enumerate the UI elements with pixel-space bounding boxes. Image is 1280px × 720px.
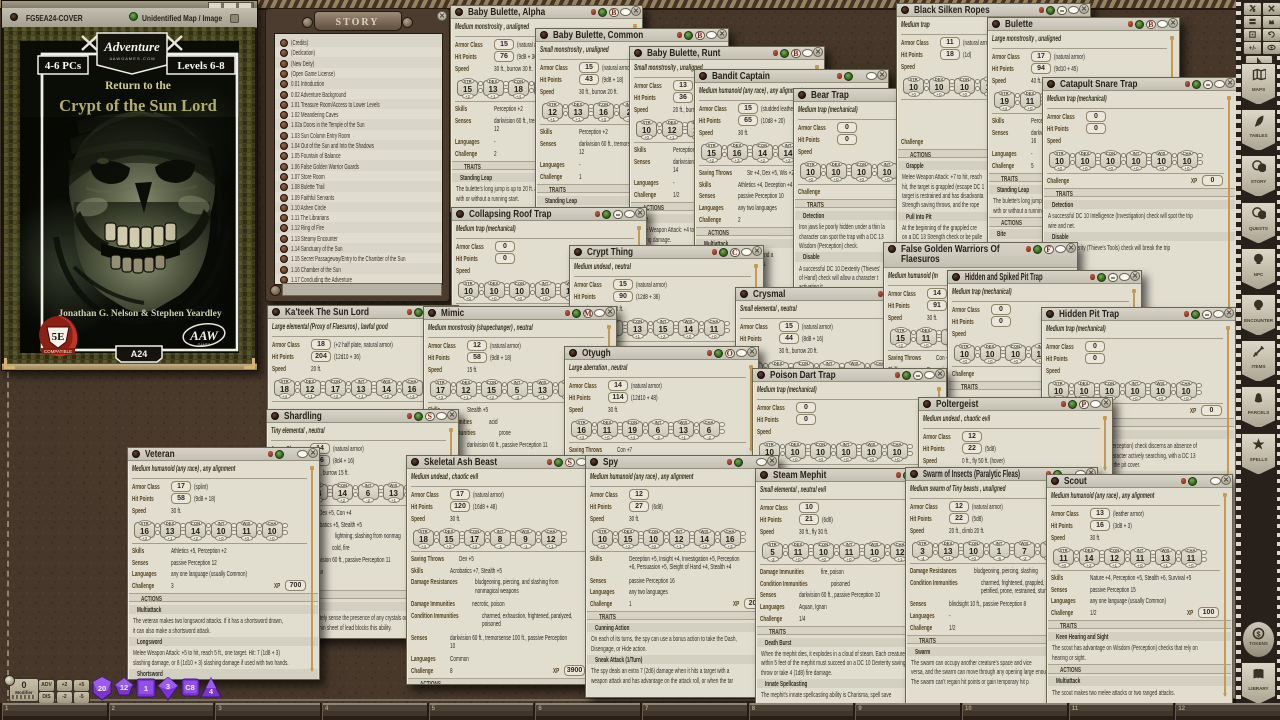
svg-text:12: 12 xyxy=(120,683,128,692)
svg-text:GAMES: GAMES xyxy=(198,343,211,347)
svg-text:Levels 6-8: Levels 6-8 xyxy=(177,60,225,72)
svg-text:A24: A24 xyxy=(131,349,148,359)
svg-text:$: $ xyxy=(1256,629,1261,638)
svg-text:4-6 PCs: 4-6 PCs xyxy=(45,60,82,72)
svg-text:A A W G A M E S . C O M: A A W G A M E S . C O M xyxy=(109,56,154,61)
svg-text:20: 20 xyxy=(98,684,106,693)
svg-text:COMPATIBLE: COMPATIBLE xyxy=(44,349,72,354)
svg-text:C8: C8 xyxy=(185,683,195,692)
svg-text:Return to the: Return to the xyxy=(105,80,171,92)
svg-text:3: 3 xyxy=(166,682,170,691)
svg-text:1: 1 xyxy=(144,684,148,693)
svg-text:Adventure: Adventure xyxy=(103,39,160,54)
svg-text:5E: 5E xyxy=(52,331,65,343)
svg-text:AAW: AAW xyxy=(189,328,219,343)
svg-text:Jonathan G. Nelson & Stephen Y: Jonathan G. Nelson & Stephen Yeardley xyxy=(58,309,222,319)
svg-text:Crypt of the Sun Lord: Crypt of the Sun Lord xyxy=(59,96,217,115)
svg-text:+/-: +/- xyxy=(1249,45,1257,52)
